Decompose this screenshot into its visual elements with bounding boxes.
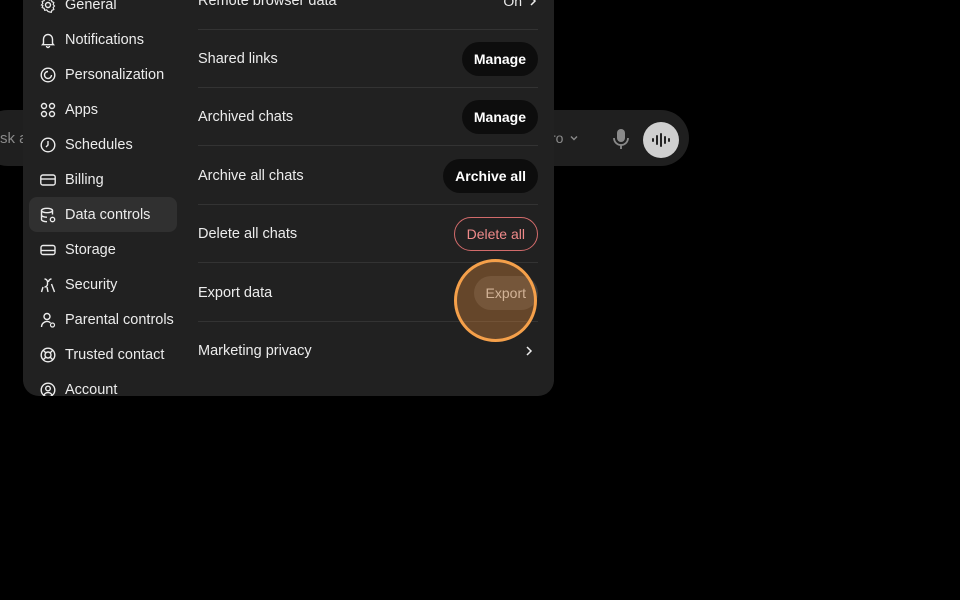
security-icon (40, 277, 56, 292)
sidebar-item-parental-controls[interactable]: Parental controls (29, 302, 177, 337)
waveform-icon (652, 133, 670, 147)
lifebuoy-icon (40, 346, 56, 363)
voice-mode-button[interactable] (643, 122, 679, 158)
row-label: Remote browser data (198, 0, 337, 9)
sidebar-item-schedules[interactable]: Schedules (29, 127, 177, 162)
remote-browser-value[interactable]: On (503, 0, 538, 9)
chevron-right-icon (526, 346, 533, 356)
archive-all-button[interactable]: Archive all (443, 158, 538, 193)
model-selector[interactable]: ro (551, 130, 579, 146)
row-label: Archive all chats (198, 167, 304, 184)
delete-all-button[interactable]: Delete all (453, 216, 538, 251)
sidebar-item-label: Parental controls (65, 311, 174, 328)
gear-icon (40, 0, 56, 13)
sidebar-item-trusted-contact[interactable]: Trusted contact (29, 337, 177, 372)
sidebar-item-label: Account (65, 381, 118, 397)
chevron-down-icon (570, 136, 578, 141)
sidebar-item-label: Trusted contact (65, 346, 165, 363)
sidebar-item-security[interactable]: Security (29, 267, 177, 302)
row-label: Shared links (198, 50, 278, 67)
sidebar-item-general[interactable]: General (29, 0, 177, 22)
row-label: Archived chats (198, 108, 294, 125)
sidebar-item-label: Billing (65, 171, 104, 188)
sidebar-item-label: Apps (65, 101, 99, 118)
database-icon (40, 207, 56, 222)
manage-shared-links-button[interactable]: Manage (461, 41, 538, 76)
value-text: On (503, 0, 522, 9)
settings-sidebar: General Notifications Personalization Ap… (23, 0, 185, 396)
storage-icon (40, 244, 56, 255)
settings-modal: General Notifications Personalization Ap… (23, 0, 554, 396)
sidebar-item-storage[interactable]: Storage (29, 232, 177, 267)
row-label: Export data (198, 284, 273, 301)
remote-browser-row[interactable]: Remote browser data On (198, 0, 538, 30)
sidebar-item-label: Data controls (65, 206, 151, 223)
archived-chats-row: Archived chats Manage (198, 88, 538, 146)
sidebar-item-label: Schedules (65, 136, 133, 153)
apps-grid-icon (40, 102, 56, 117)
sidebar-item-billing[interactable]: Billing (29, 162, 177, 197)
credit-card-icon (40, 173, 56, 186)
sidebar-item-label: Storage (65, 241, 116, 258)
data-controls-panel: Remote browser data On Shared links Mana… (198, 0, 538, 396)
shared-links-row: Shared links Manage (198, 30, 538, 88)
row-label: Marketing privacy (198, 343, 312, 359)
person-icon (40, 312, 56, 328)
sidebar-item-label: Personalization (65, 66, 165, 83)
personalization-icon (40, 66, 56, 83)
sidebar-item-account[interactable]: Account (29, 372, 177, 396)
row-label: Delete all chats (198, 225, 298, 242)
manage-archived-chats-button[interactable]: Manage (461, 99, 538, 134)
delete-all-row: Delete all chats Delete all (198, 205, 538, 263)
account-icon (40, 382, 56, 396)
sidebar-item-personalization[interactable]: Personalization (29, 57, 177, 92)
sidebar-item-label: General (65, 0, 117, 13)
sidebar-item-apps[interactable]: Apps (29, 92, 177, 127)
clock-icon (40, 136, 56, 153)
sidebar-item-label: Security (65, 276, 118, 293)
archive-all-row: Archive all chats Archive all (198, 147, 538, 205)
export-data-row: Export data Export (198, 264, 538, 322)
marketing-privacy-row[interactable]: Marketing privacy (198, 322, 538, 380)
microphone-icon[interactable] (610, 127, 632, 151)
chevron-right-icon (530, 0, 537, 6)
sidebar-item-label: Notifications (65, 31, 144, 48)
sidebar-item-notifications[interactable]: Notifications (29, 22, 177, 57)
export-button[interactable]: Export (473, 275, 538, 310)
bell-icon (41, 33, 55, 48)
sidebar-item-data-controls[interactable]: Data controls (29, 197, 177, 232)
